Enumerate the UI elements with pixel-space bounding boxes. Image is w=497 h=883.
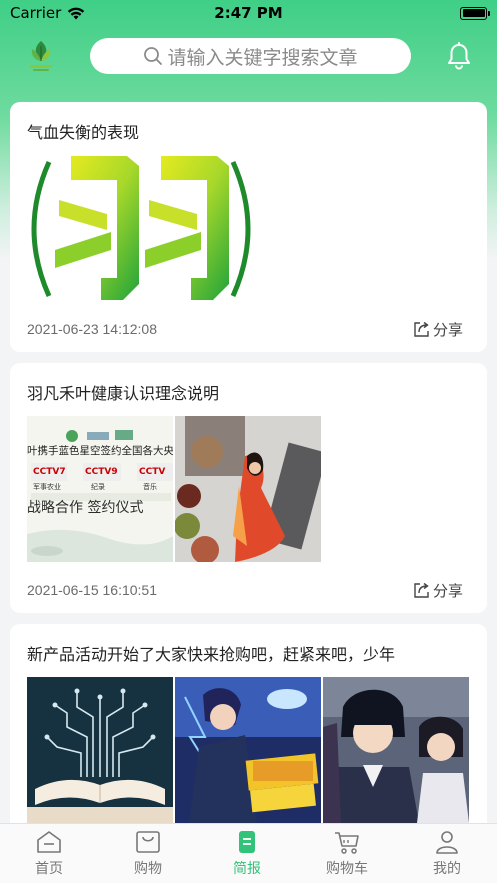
article-card[interactable]: 羽凡禾叶健康认识理念说明 叶携手蓝色星空签约全国各大央 CCTV7 军事农业 C… <box>10 363 487 613</box>
status-bar: Carrier 2:47 PM <box>0 0 497 26</box>
shopping-bag-icon <box>136 831 160 853</box>
model-products-image <box>175 416 321 562</box>
article-image[interactable] <box>175 677 321 823</box>
tab-label: 首页 <box>35 861 63 877</box>
share-icon <box>414 582 429 598</box>
anime-characters-image <box>323 677 469 823</box>
slogan-text: 战略合作 签约仪式 <box>27 499 143 516</box>
tab-briefing[interactable]: 简报 <box>217 830 277 878</box>
article-title: 新产品活动开始了大家快来抢购吧，赶紧来吧，少年 <box>27 645 396 664</box>
article-image[interactable] <box>323 677 469 823</box>
yu-logo-image <box>27 154 255 304</box>
anime-poster-image <box>175 677 321 823</box>
battery-icon <box>460 6 490 20</box>
article-date: 2021-06-23 14:12:08 <box>27 321 157 337</box>
article-image[interactable] <box>27 677 173 823</box>
home-icon <box>37 831 61 853</box>
cctv-music-label: CCTV <box>139 467 165 477</box>
bottom-tab-bar: 首页 购物 简报 购物车 我的 <box>0 823 497 883</box>
tab-shopping[interactable]: 购物 <box>118 830 178 878</box>
article-card[interactable]: 新产品活动开始了大家快来抢购吧，赶紧来吧，少年 <box>10 624 487 839</box>
cctv-music-sub: 音乐 <box>143 482 157 491</box>
article-image[interactable] <box>175 416 321 562</box>
article-image[interactable] <box>27 154 255 304</box>
article-image[interactable]: 叶携手蓝色星空签约全国各大央 CCTV7 军事农业 CCTV9 纪录 CCTV … <box>27 416 173 562</box>
share-button[interactable]: 分享 <box>413 580 463 601</box>
article-title: 气血失衡的表现 <box>27 123 140 142</box>
signing-ceremony-image: 叶携手蓝色星空签约全国各大央 CCTV7 军事农业 CCTV9 纪录 CCTV … <box>27 416 173 562</box>
cctv7-label: CCTV7 <box>33 467 66 477</box>
search-icon <box>144 47 163 65</box>
share-icon <box>414 321 429 337</box>
article-card[interactable]: 气血失衡的表现 2021-06-23 14:12:08 分享 <box>10 102 487 352</box>
circuit-book-image <box>27 677 173 823</box>
share-button[interactable]: 分享 <box>413 319 463 340</box>
banner-text: 叶携手蓝色星空签约全国各大央 <box>27 444 173 457</box>
tab-label: 购物车 <box>326 861 368 877</box>
cctv9-label: CCTV9 <box>85 467 118 477</box>
tab-cart[interactable]: 购物车 <box>317 830 377 878</box>
article-title: 羽凡禾叶健康认识理念说明 <box>27 384 220 403</box>
search-bar[interactable]: 请输入关键字搜索文章 <box>90 38 411 74</box>
tab-profile[interactable]: 我的 <box>417 830 477 878</box>
user-icon <box>436 831 458 854</box>
leaf-logo-icon[interactable] <box>26 38 56 74</box>
tab-label: 简报 <box>233 861 261 877</box>
cart-icon <box>335 832 359 854</box>
tab-label: 我的 <box>433 861 461 877</box>
cctv7-sub: 军事农业 <box>33 482 61 491</box>
cctv9-sub: 纪录 <box>91 482 105 491</box>
carrier-label: Carrier <box>10 4 62 22</box>
search-placeholder: 请输入关键字搜索文章 <box>167 46 358 69</box>
tab-home[interactable]: 首页 <box>19 830 79 878</box>
top-navigation: 请输入关键字搜索文章 <box>0 34 497 80</box>
article-date: 2021-06-15 16:10:51 <box>27 582 157 598</box>
tab-label: 购物 <box>134 861 162 877</box>
briefing-icon <box>239 831 255 853</box>
wifi-icon <box>68 7 85 19</box>
share-label: 分享 <box>432 582 463 600</box>
share-label: 分享 <box>432 321 463 339</box>
bell-icon[interactable] <box>446 42 472 70</box>
